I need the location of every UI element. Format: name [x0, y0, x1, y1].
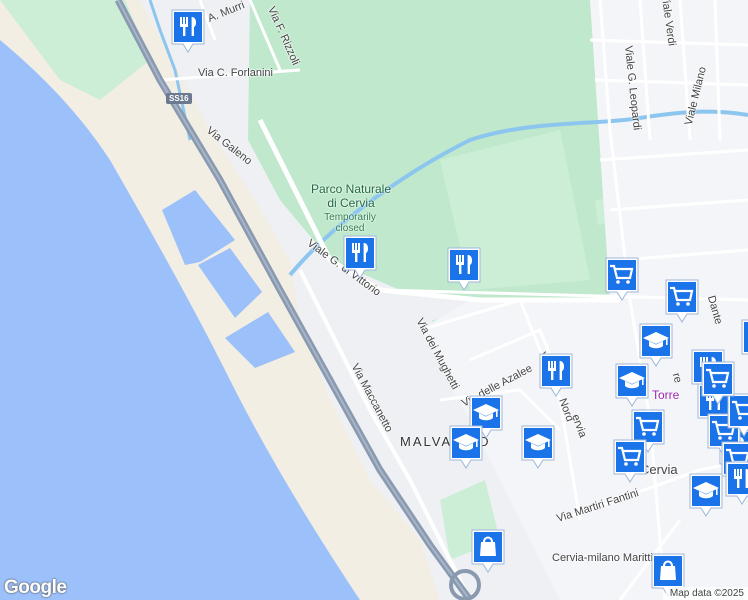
map-marker-shopping-cart[interactable] [612, 438, 648, 484]
park-status: Temporarily closed [310, 212, 390, 234]
street-label-c-forlanini: Via C. Forlanini [198, 67, 273, 79]
map-marker-shopping-cart[interactable] [604, 256, 640, 302]
map-marker-restaurant[interactable] [740, 318, 748, 364]
map-marker-restaurant[interactable] [342, 234, 378, 280]
route-shield-ss16: SS16 [166, 93, 192, 104]
park-status-line2: closed [335, 223, 365, 234]
map-marker-restaurant[interactable] [446, 246, 482, 292]
map-marker-school[interactable] [520, 424, 556, 470]
poi-label-torre: Torre [652, 388, 680, 402]
map-marker-school[interactable] [448, 424, 484, 470]
park-name-line1: Parco Naturale [310, 182, 392, 196]
park-name-line2: di Cervia [327, 196, 375, 210]
map-marker-shopping-cart[interactable] [700, 360, 736, 406]
park-name: Parco Naturale di Cervia [296, 182, 406, 210]
map-attribution: Map data ©2025 [665, 587, 748, 600]
park-status-line1: Temporarily [324, 212, 376, 223]
map-canvas[interactable]: SS16 A. Murri Via F. Rizzoli Via C. Forl… [0, 0, 748, 600]
map-marker-restaurant[interactable] [724, 460, 748, 506]
google-logo: Google [4, 577, 67, 598]
map-marker-restaurant[interactable] [170, 8, 206, 54]
map-marker-shopping-bag[interactable] [470, 528, 506, 574]
map-marker-restaurant[interactable] [538, 352, 574, 398]
map-marker-school[interactable] [688, 472, 724, 518]
map-marker-shopping-cart[interactable] [664, 278, 700, 324]
map-marker-school[interactable] [614, 362, 650, 408]
